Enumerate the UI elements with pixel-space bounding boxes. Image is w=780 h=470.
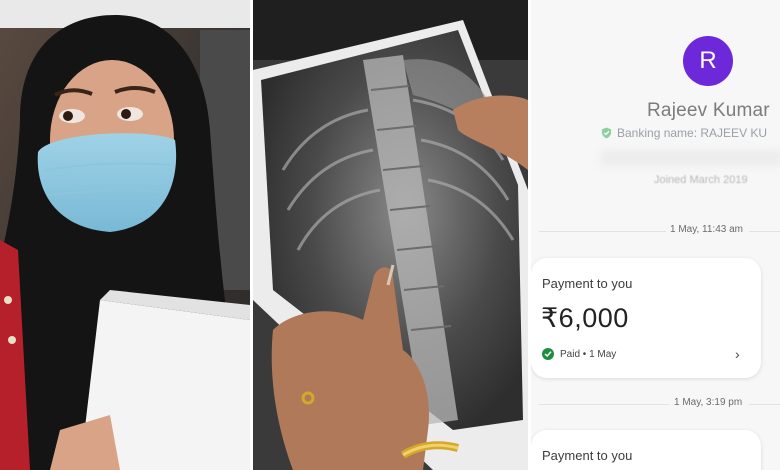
check-circle-icon: [542, 348, 554, 360]
transaction-status-text: Paid • 1 May: [560, 348, 617, 360]
transaction-date: 1 May, 3:19 pm: [674, 397, 743, 408]
avatar[interactable]: R: [683, 36, 733, 86]
date-separator: 1 May, 11:43 am: [531, 224, 780, 238]
photo-xray: [253, 0, 528, 470]
transaction-title: Payment to you: [542, 448, 633, 463]
xray-photo-illustration: [253, 0, 528, 470]
joined-date: Joined March 2019: [654, 174, 748, 186]
avatar-initial: R: [699, 47, 717, 74]
woman-photo-illustration: [0, 0, 250, 470]
banking-name: Banking name: RAJEEV KU: [617, 126, 768, 140]
blurred-detail: [601, 150, 780, 166]
transaction-date: 1 May, 11:43 am: [670, 224, 743, 235]
photo-woman-mask: [0, 0, 250, 470]
chevron-right-icon[interactable]: ›: [735, 346, 740, 362]
payment-app-screen: R Rajeev Kumar Banking name: RAJEEV KU J…: [531, 0, 780, 470]
transaction-card[interactable]: Payment to you ₹6,000 Paid • 1 May ›: [531, 258, 761, 378]
banking-name-row: Banking name: RAJEEV KU: [601, 126, 767, 140]
transaction-amount: ₹6,000: [541, 303, 629, 333]
transaction-title: Payment to you: [542, 276, 633, 291]
contact-name: Rajeev Kumar: [647, 100, 770, 121]
transaction-status: Paid • 1 May: [542, 348, 616, 360]
date-separator: 1 May, 3:19 pm: [531, 397, 780, 411]
transaction-card[interactable]: Payment to you: [531, 430, 761, 470]
verified-shield-icon: [601, 127, 612, 139]
